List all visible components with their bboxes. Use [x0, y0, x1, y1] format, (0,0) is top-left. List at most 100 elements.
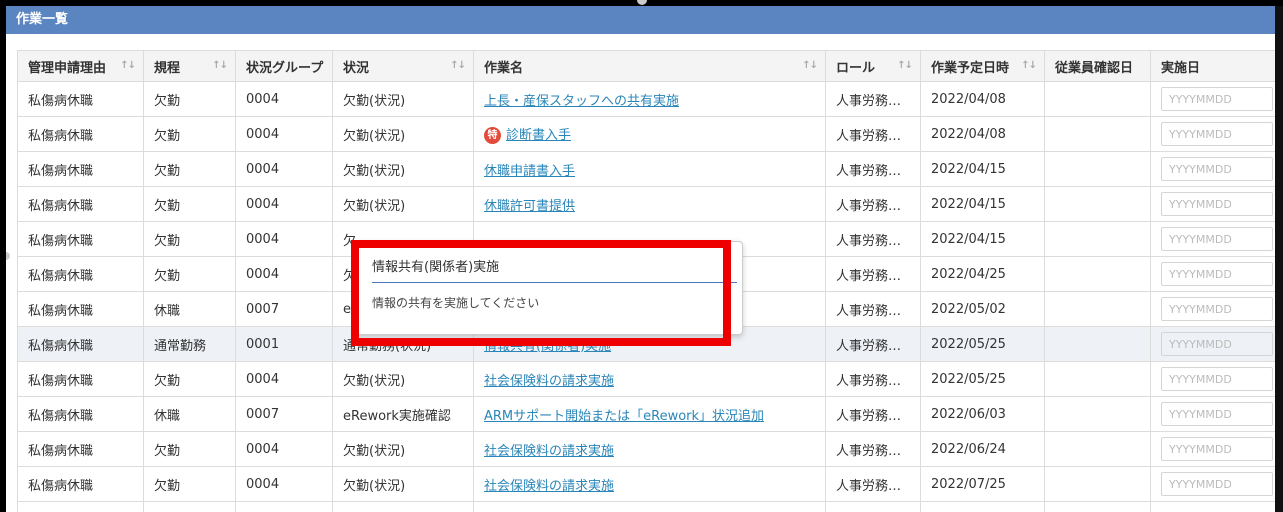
column-header-label: 状況	[343, 60, 370, 76]
cell-rule: 欠勤	[143, 466, 236, 502]
cell-execution-date: YYYYMMDD	[1150, 396, 1283, 432]
cell-task	[473, 501, 826, 512]
cell-execution-date: YYYYMMDD	[1150, 326, 1283, 362]
sort-arrows-icon[interactable]: ↑↓	[120, 60, 136, 71]
cell-execution-date: YYYYMMDD	[1150, 151, 1283, 187]
cell-rule: 欠勤	[143, 81, 236, 117]
table-row: 私傷病休職 休職 0007 eRework実施確認 ARMサポート開始または「eRewo…	[17, 396, 1283, 432]
cell-rule: 通常勤務	[143, 326, 236, 362]
execution-date-input[interactable]: YYYYMMDD	[1161, 157, 1273, 181]
cell-reason: 私傷病休職	[17, 466, 144, 502]
cell-execution-date: YYYYMMDD	[1150, 431, 1283, 467]
cell-status-group: 0004	[235, 431, 333, 467]
cell-status: 欠勤(状況)	[332, 186, 474, 222]
cell-scheduled-date: 2022/05/25	[920, 361, 1045, 397]
vertical-scrollbar[interactable]	[1275, 6, 1283, 512]
cell-execution-date: YYYYMMDD	[1150, 361, 1283, 397]
execution-date-input[interactable]: YYYYMMDD	[1161, 437, 1273, 461]
cell-role: 人事労務…	[825, 396, 921, 432]
cell-employee-confirm-date	[1044, 431, 1151, 467]
cell-scheduled-date: 2022/05/25	[920, 326, 1045, 362]
column-header-label: 作業予定日時	[931, 60, 1010, 76]
cell-reason: 私傷病休職	[17, 186, 144, 222]
column-header-0[interactable]: 管理申請理由 ↑↓	[17, 50, 144, 82]
cell-rule: 欠勤	[143, 221, 236, 257]
cell-reason	[17, 501, 144, 512]
column-header-1[interactable]: 規程 ↑↓	[143, 50, 236, 82]
execution-date-input[interactable]: YYYYMMDD	[1161, 297, 1273, 321]
table-header-row: 管理申請理由 ↑↓ 規程 ↑↓ 状況グループ 状況 ↑↓ 作業名 ↑↓ ロール ↑↓ 作業予定日時 ↑↓…	[17, 50, 1283, 82]
cell-role: 人事労務…	[825, 291, 921, 327]
cell-task: 特診断書入手	[473, 116, 826, 152]
cell-reason: 私傷病休職	[17, 396, 144, 432]
column-header-8[interactable]: 実施日↑↓	[1150, 50, 1283, 82]
column-header-5[interactable]: ロール ↑↓	[825, 50, 921, 82]
column-header-4[interactable]: 作業名 ↑↓	[473, 50, 826, 82]
column-header-6[interactable]: 作業予定日時 ↑↓	[920, 50, 1045, 82]
cell-task: 社会保険料の請求実施	[473, 431, 826, 467]
column-header-label: ロール	[836, 60, 876, 76]
execution-date-input[interactable]: YYYYMMDD	[1161, 472, 1273, 496]
cell-status: 欠勤(状況)	[332, 466, 474, 502]
sort-arrows-icon[interactable]: ↑↓	[802, 60, 818, 71]
cell-scheduled-date: 2022/04/15	[920, 151, 1045, 187]
execution-date-input[interactable]: YYYYMMDD	[1161, 402, 1273, 426]
execution-date-input[interactable]: YYYYMMDD	[1161, 367, 1273, 391]
cell-execution-date: YYYYMMDD	[1150, 116, 1283, 152]
execution-date-input[interactable]: YYYYMMDD	[1161, 332, 1273, 356]
column-header-7: 従業員確認日	[1044, 50, 1151, 82]
cell-scheduled-date	[920, 501, 1045, 512]
column-header-3[interactable]: 状況 ↑↓	[332, 50, 474, 82]
cell-rule: 休職	[143, 396, 236, 432]
task-name-link[interactable]: 休職申請書入手	[484, 164, 575, 179]
task-name-link[interactable]: 上長・産保スタッフへの共有実施	[484, 94, 679, 109]
cell-role: 人事労務…	[825, 466, 921, 502]
cell-execution-date: YYYYMMDD	[1150, 256, 1283, 292]
cell-status-group: 0004	[235, 81, 333, 117]
cell-execution-date: YYYYMMDD	[1150, 291, 1283, 327]
cell-role: 人事労務…	[825, 361, 921, 397]
task-name-link[interactable]: 社会保険料の請求実施	[484, 444, 614, 459]
table-row: 私傷病休職 欠勤 0004 欠勤(状況) 上長・産保スタッフへの共有実施 人事労務… 202…	[17, 81, 1283, 117]
panel-title: 作業一覧	[6, 6, 1283, 34]
execution-date-input[interactable]: YYYYMMDD	[1161, 262, 1273, 286]
task-name-link[interactable]: 社会保険料の請求実施	[484, 479, 614, 494]
cell-status	[332, 501, 474, 512]
cell-task: ARMサポート開始または「eRework」状況追加	[473, 396, 826, 432]
cell-scheduled-date: 2022/04/08	[920, 81, 1045, 117]
cell-status: 欠勤(状況)	[332, 116, 474, 152]
annotation-highlight-box	[351, 240, 731, 346]
cell-scheduled-date: 2022/05/02	[920, 291, 1045, 327]
cell-rule: 休職	[143, 291, 236, 327]
cell-role: 人事労務…	[825, 151, 921, 187]
cell-status: 欠勤(状況)	[332, 431, 474, 467]
column-header-label: 従業員確認日	[1055, 60, 1134, 76]
cell-status-group: 0007	[235, 396, 333, 432]
cell-reason: 私傷病休職	[17, 221, 144, 257]
execution-date-input[interactable]: YYYYMMDD	[1161, 122, 1273, 146]
cell-status: 欠勤(状況)	[332, 361, 474, 397]
cell-employee-confirm-date	[1044, 291, 1151, 327]
cell-reason: 私傷病休職	[17, 431, 144, 467]
special-badge-icon: 特	[484, 127, 501, 144]
cell-employee-confirm-date	[1044, 186, 1151, 222]
task-name-link[interactable]: 社会保険料の請求実施	[484, 374, 614, 389]
sort-arrows-icon[interactable]: ↑↓	[897, 60, 913, 71]
cell-rule: 欠勤	[143, 256, 236, 292]
cell-employee-confirm-date	[1044, 256, 1151, 292]
task-name-link[interactable]: 休職許可書提供	[484, 199, 575, 214]
task-name-link[interactable]: ARMサポート開始または「eRework」状況追加	[484, 409, 764, 424]
cell-employee-confirm-date	[1044, 501, 1151, 512]
cell-scheduled-date: 2022/04/15	[920, 221, 1045, 257]
sort-arrows-icon[interactable]: ↑↓	[212, 60, 228, 71]
task-name-link[interactable]: 診断書入手	[506, 128, 571, 143]
cell-role	[825, 501, 921, 512]
column-header-label: 管理申請理由	[28, 60, 107, 76]
sort-arrows-icon[interactable]: ↑↓	[450, 60, 466, 71]
cell-employee-confirm-date	[1044, 396, 1151, 432]
table-row: 私傷病休職 欠勤 0004 欠勤(状況) 社会保険料の請求実施 人事労務… 2022/05/…	[17, 361, 1283, 397]
sort-arrows-icon[interactable]: ↑↓	[1021, 60, 1037, 71]
execution-date-input[interactable]: YYYYMMDD	[1161, 192, 1273, 216]
execution-date-input[interactable]: YYYYMMDD	[1161, 227, 1273, 251]
execution-date-input[interactable]: YYYYMMDD	[1161, 87, 1273, 111]
